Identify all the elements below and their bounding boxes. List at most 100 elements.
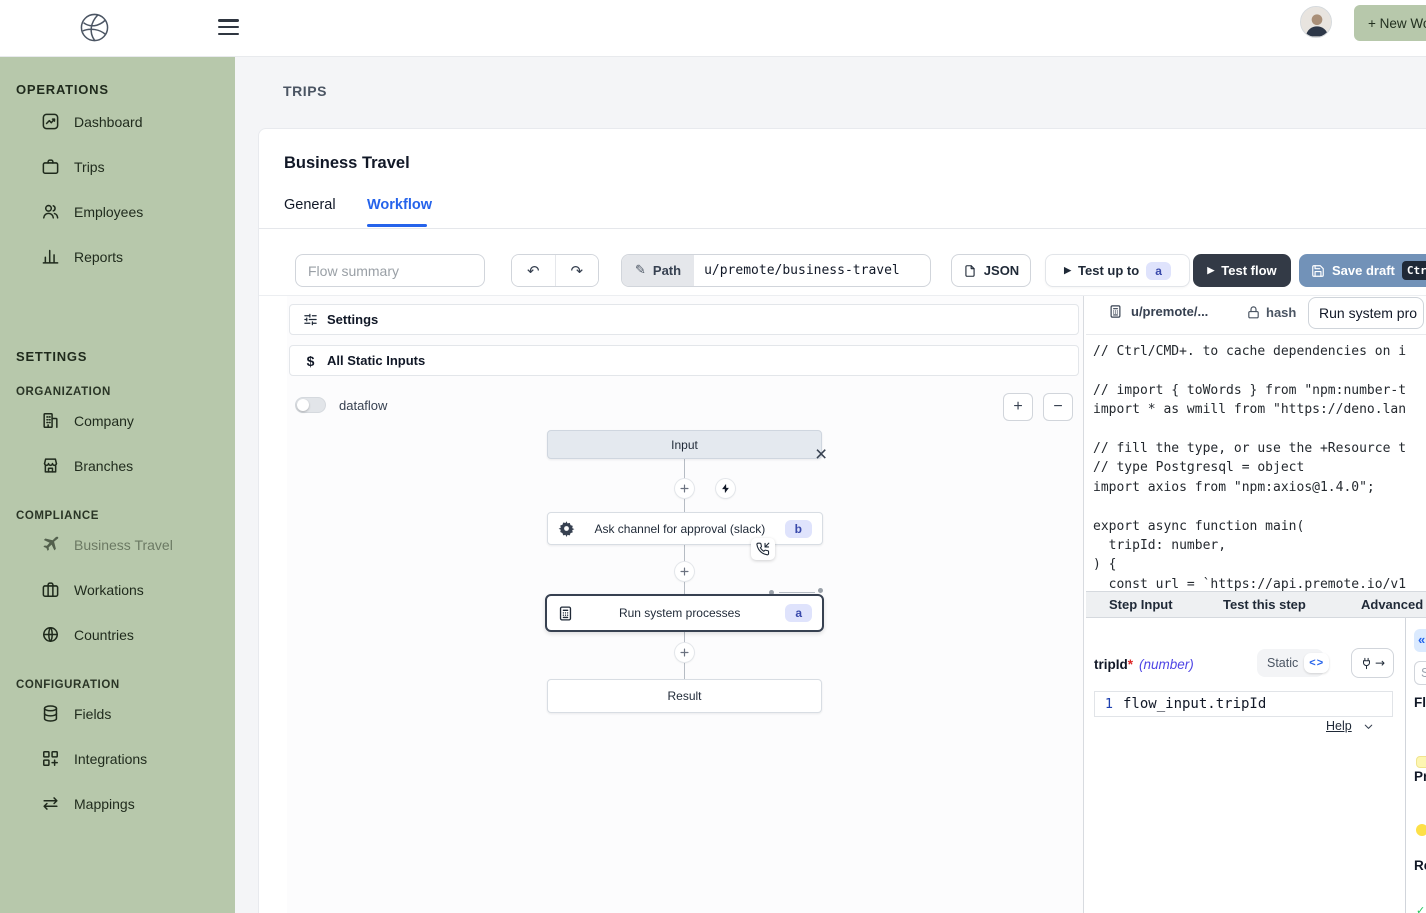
path-edit-button[interactable]: ✎ Path [622, 255, 694, 286]
trigger-bolt-button[interactable] [716, 479, 735, 498]
picker-results-label: Re [1414, 858, 1426, 873]
variable-picker-strip: « S Fl Pr Re ✓ [1405, 618, 1426, 913]
tab-workflow[interactable]: Workflow [367, 197, 432, 213]
close-icon[interactable]: × [815, 444, 827, 465]
chevron-down-icon[interactable] [1362, 720, 1375, 733]
sidebar-item-countries[interactable]: Countries [0, 612, 235, 657]
tab-advanced[interactable]: Advanced [1361, 597, 1423, 612]
play-icon: ▶ [1207, 265, 1214, 276]
step-summary-input[interactable]: Run system pro [1308, 297, 1424, 329]
undo-redo-group: ↶ ↷ [511, 254, 599, 287]
sliders-icon [303, 312, 318, 327]
code-mode-option[interactable]: <> [1304, 653, 1329, 673]
expression-editor[interactable]: 1 flow_input.tripId [1094, 691, 1393, 717]
flow-node-result[interactable]: Result [547, 679, 822, 713]
sidebar-section-operations: OPERATIONS [16, 82, 219, 97]
add-step-button[interactable] [675, 479, 694, 498]
undo-button[interactable]: ↶ [512, 255, 556, 286]
flow-node-approval[interactable]: Ask channel for approval (slack) b [547, 512, 823, 545]
code-line: // import { toWords } from "npm:number-t [1093, 381, 1426, 400]
path-value[interactable]: u/premote/business-travel [694, 255, 930, 286]
code-line: export async function main( [1093, 517, 1426, 536]
field-label: tripId*(number) [1094, 657, 1194, 672]
test-flow-button[interactable]: ▶ Test flow [1193, 254, 1291, 287]
help-link[interactable]: Help [1326, 719, 1352, 733]
step-editor-pane: u/premote/... hash Run system pro // Ctr… [1086, 296, 1426, 913]
picker-flow-input-label: Fl [1414, 695, 1426, 710]
sidebar-item-trips[interactable]: Trips [0, 144, 235, 189]
tab-general[interactable]: General [284, 197, 336, 213]
sidebar-item-reports[interactable]: Reports [0, 234, 235, 279]
sidebar-item-fields[interactable]: Fields [0, 691, 235, 736]
help-row: Help [1326, 719, 1375, 733]
sidebar-item-employees[interactable]: Employees [0, 189, 235, 234]
zoom-in-button[interactable]: + [1003, 393, 1033, 421]
code-line: const url = `https://api.premote.io/v1 [1093, 575, 1426, 591]
dataflow-toggle[interactable] [295, 397, 326, 413]
add-step-button[interactable] [675, 562, 694, 581]
code-line [1093, 361, 1426, 380]
script-icon [1108, 304, 1123, 319]
picker-value-dot[interactable] [1416, 824, 1426, 836]
flow-summary-input[interactable] [295, 254, 485, 287]
sidebar-item-label: Company [74, 413, 134, 429]
flow-static-inputs-row[interactable]: $ All Static Inputs [289, 345, 1079, 376]
branch-line [779, 592, 815, 593]
plane-icon [40, 535, 60, 555]
topbar: + New Wor [0, 0, 1426, 57]
gear-icon [558, 520, 575, 537]
collapse-picker-button[interactable]: « [1414, 629, 1426, 652]
sidebar-item-workations[interactable]: Workations [0, 567, 235, 612]
branch-dot [818, 588, 823, 593]
static-mode-option[interactable]: Static [1259, 656, 1304, 670]
sidebar-item-mappings[interactable]: Mappings [0, 781, 235, 826]
flow-node-input[interactable]: Input [547, 430, 822, 459]
pencil-icon: ✎ [635, 263, 646, 278]
code-editor[interactable]: // Ctrl/CMD+. to cache dependencies on i… [1086, 334, 1426, 591]
hash-lock[interactable]: hash [1246, 305, 1296, 320]
step-editor-header: u/premote/... hash Run system pro [1086, 296, 1426, 332]
code-line: ) { [1093, 555, 1426, 574]
flow-settings-row[interactable]: Settings [289, 304, 1079, 335]
save-shortcut-kbd: Ctrl [1402, 261, 1426, 280]
code-line: import * as wmill from "https://deno.lan [1093, 400, 1426, 419]
flow-node-run-selected[interactable]: Run system processes a [545, 594, 824, 632]
plug-icon [1360, 657, 1373, 670]
picker-search-input[interactable]: S [1414, 661, 1426, 685]
sidebar-item-label: Mappings [74, 796, 135, 812]
avatar[interactable] [1300, 6, 1332, 38]
check-icon: ✓ [1416, 904, 1425, 913]
sidebar-item-company[interactable]: Company [0, 398, 235, 443]
save-icon [1311, 264, 1325, 278]
tabs-divider [259, 228, 1426, 229]
tab-step-input[interactable]: Step Input [1109, 597, 1173, 612]
code-line: // fill the type, or use the +Resource t [1093, 439, 1426, 458]
zoom-out-button[interactable]: − [1043, 393, 1073, 421]
redo-button[interactable]: ↷ [556, 255, 599, 286]
dollar-icon: $ [303, 353, 318, 369]
script-icon [557, 605, 574, 622]
sidebar-item-label: Business Travel [74, 537, 173, 553]
node-badge: a [785, 604, 812, 622]
tab-active-underline [367, 224, 427, 227]
connect-input-button[interactable]: → [1351, 648, 1394, 678]
save-draft-button[interactable]: Save draft Ctrl [1299, 254, 1426, 287]
building-icon [40, 411, 60, 431]
sidebar-item-branches[interactable]: Branches [0, 443, 235, 488]
sidebar-item-business-travel[interactable]: Business Travel [0, 522, 235, 567]
step-path[interactable]: u/premote/... [1108, 304, 1208, 319]
phone-incoming-icon[interactable] [751, 538, 775, 560]
add-step-button[interactable] [675, 643, 694, 662]
page-title: TRIPS [283, 83, 327, 99]
menu-icon[interactable] [218, 19, 239, 36]
code-line [1093, 420, 1426, 439]
sidebar-item-label: Workations [74, 582, 144, 598]
tab-test-this-step[interactable]: Test this step [1223, 597, 1306, 612]
sidebar-item-dashboard[interactable]: Dashboard [0, 99, 235, 144]
new-workflow-button[interactable]: + New Wor [1354, 5, 1426, 41]
sidebar-section-compliance: COMPLIANCE [16, 510, 219, 522]
json-button[interactable]: JSON [951, 254, 1031, 287]
picker-value-chip[interactable] [1416, 756, 1426, 768]
sidebar-item-integrations[interactable]: Integrations [0, 736, 235, 781]
test-up-to-button[interactable]: ▶ Test up to a [1045, 254, 1190, 287]
